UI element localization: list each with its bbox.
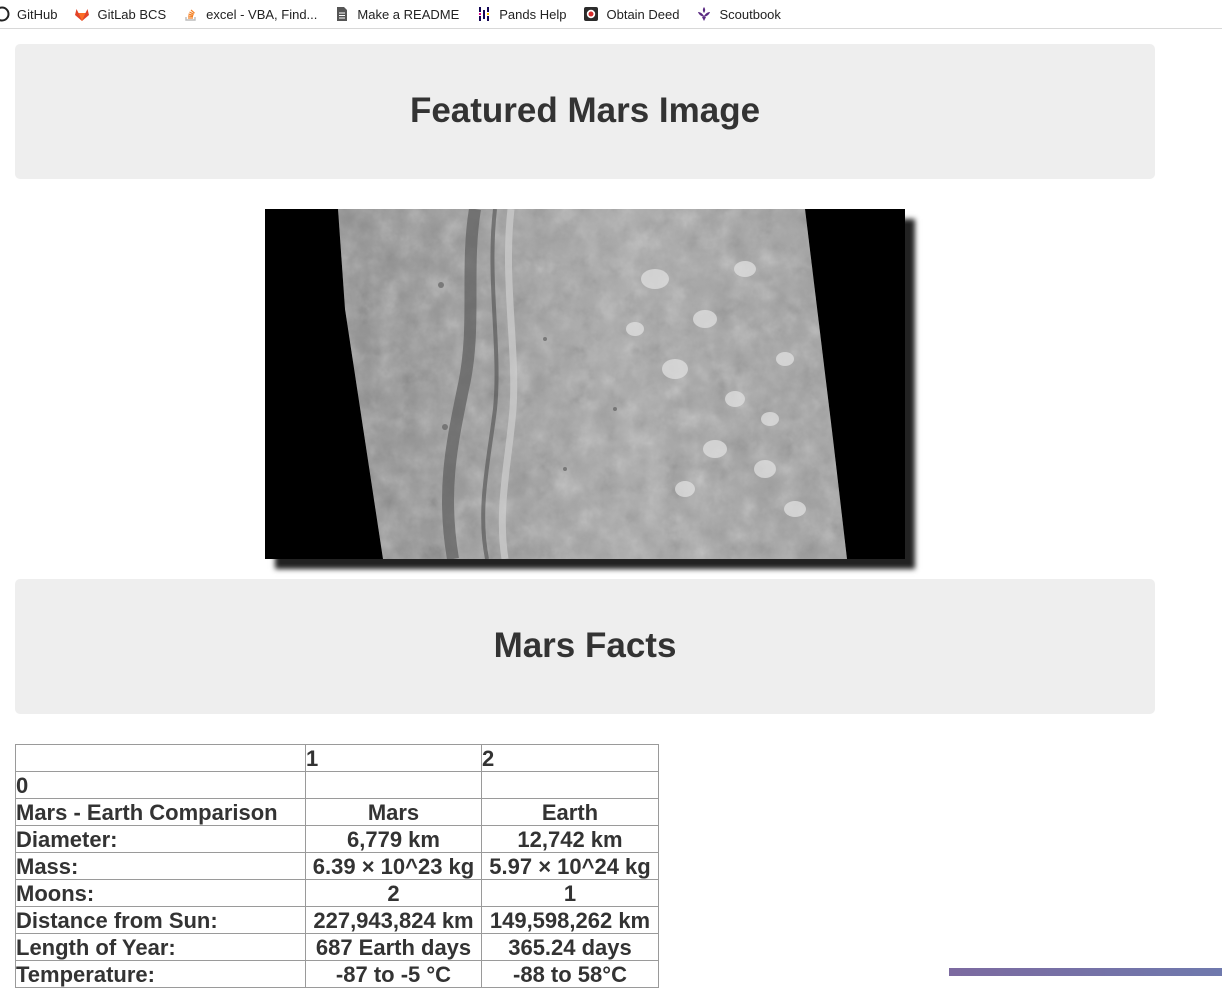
table-row-label: Distance from Sun: [15,906,306,934]
table-cell: 687 Earth days [305,933,482,961]
table-cell: 1 [481,879,659,907]
table-cell: 6,779 km [305,825,482,853]
table-cell: Mars [305,798,482,826]
table-cell: 6.39 × 10^23 kg [305,852,482,880]
table-row: Temperature: -87 to -5 °C -88 to 58°C [15,960,659,988]
table-index-name: 0 [15,771,306,799]
table-row: Mars - Earth Comparison Mars Earth [15,798,659,826]
table-cell: 2 [305,879,482,907]
table-cell: Earth [481,798,659,826]
bookmark-label: Make a README [357,6,460,22]
table-cell: 149,598,262 km [481,906,659,934]
table-row: Diameter: 6,779 km 12,742 km [15,825,659,853]
gitlab-icon [75,9,90,21]
deed-icon [584,7,599,21]
table-header-cell [481,771,659,799]
document-icon [337,7,348,21]
bookmark-label: Pands Help [499,6,567,22]
table-cell: 365.24 days [481,933,659,961]
bookmark-github[interactable]: GitHub [0,3,57,25]
table-cell: -87 to -5 °C [305,960,482,988]
bookmark-label: Obtain Deed [606,6,680,22]
table-header-row: 1 2 [15,744,659,772]
table-row-label: Mars - Earth Comparison [15,798,306,826]
featured-image-heading: Featured Mars Image [409,90,761,130]
stackoverflow-icon [185,9,196,21]
bookmark-label: GitLab BCS [97,6,167,22]
table-row-label: Moons: [15,879,306,907]
scout-icon [698,7,711,21]
featured-mars-image [265,209,905,559]
table-header-cell: 1 [305,744,482,772]
table-row: Length of Year: 687 Earth days 365.24 da… [15,933,659,961]
bookmark-obtain-deed[interactable]: Obtain Deed [583,3,679,25]
table-row-label: Length of Year: [15,933,306,961]
table-row-label: Temperature: [15,960,306,988]
table-row-label: Mass: [15,852,306,880]
bookmark-label: Scoutbook [719,6,781,22]
table-row: Moons: 2 1 [15,879,659,907]
bookmarks-bar: GitHub GitLab BCS excel - VBA, Find... M… [0,0,1222,29]
table-cell: 227,943,824 km [305,906,482,934]
table-row: Distance from Sun: 227,943,824 km 149,59… [15,906,659,934]
bookmark-label: excel - VBA, Find... [206,6,318,22]
table-header-cell [305,771,482,799]
mars-facts-table: 1 2 0 Mars - Earth Comparison Mars Earth… [15,744,659,988]
bookmark-scoutbook[interactable]: Scoutbook [696,3,781,25]
bookmark-label: GitHub [17,6,58,22]
mars-facts-heading: Mars Facts [493,625,677,665]
table-header-cell [15,744,306,772]
table-row: Mass: 6.39 × 10^23 kg 5.97 × 10^24 kg [15,852,659,880]
bottom-corner-bar[interactable] [949,968,1222,976]
table-header-cell: 2 [481,744,659,772]
bookmark-gitlab[interactable]: GitLab BCS [74,3,166,25]
featured-image-jumbotron: Featured Mars Image [15,44,1155,179]
table-cell: -88 to 58°C [481,960,659,988]
github-icon [0,6,10,22]
table-cell: 12,742 km [481,825,659,853]
bookmark-excel-vba[interactable]: excel - VBA, Find... [183,3,317,25]
bookmark-pands-help[interactable]: Pands Help [476,3,566,25]
table-cell: 5.97 × 10^24 kg [481,852,659,880]
bookmark-make-readme[interactable]: Make a README [334,3,459,25]
table-row-label: Diameter: [15,825,306,853]
table-index-row: 0 [15,771,659,799]
pandas-icon [479,7,490,21]
mars-facts-jumbotron: Mars Facts [15,579,1155,714]
